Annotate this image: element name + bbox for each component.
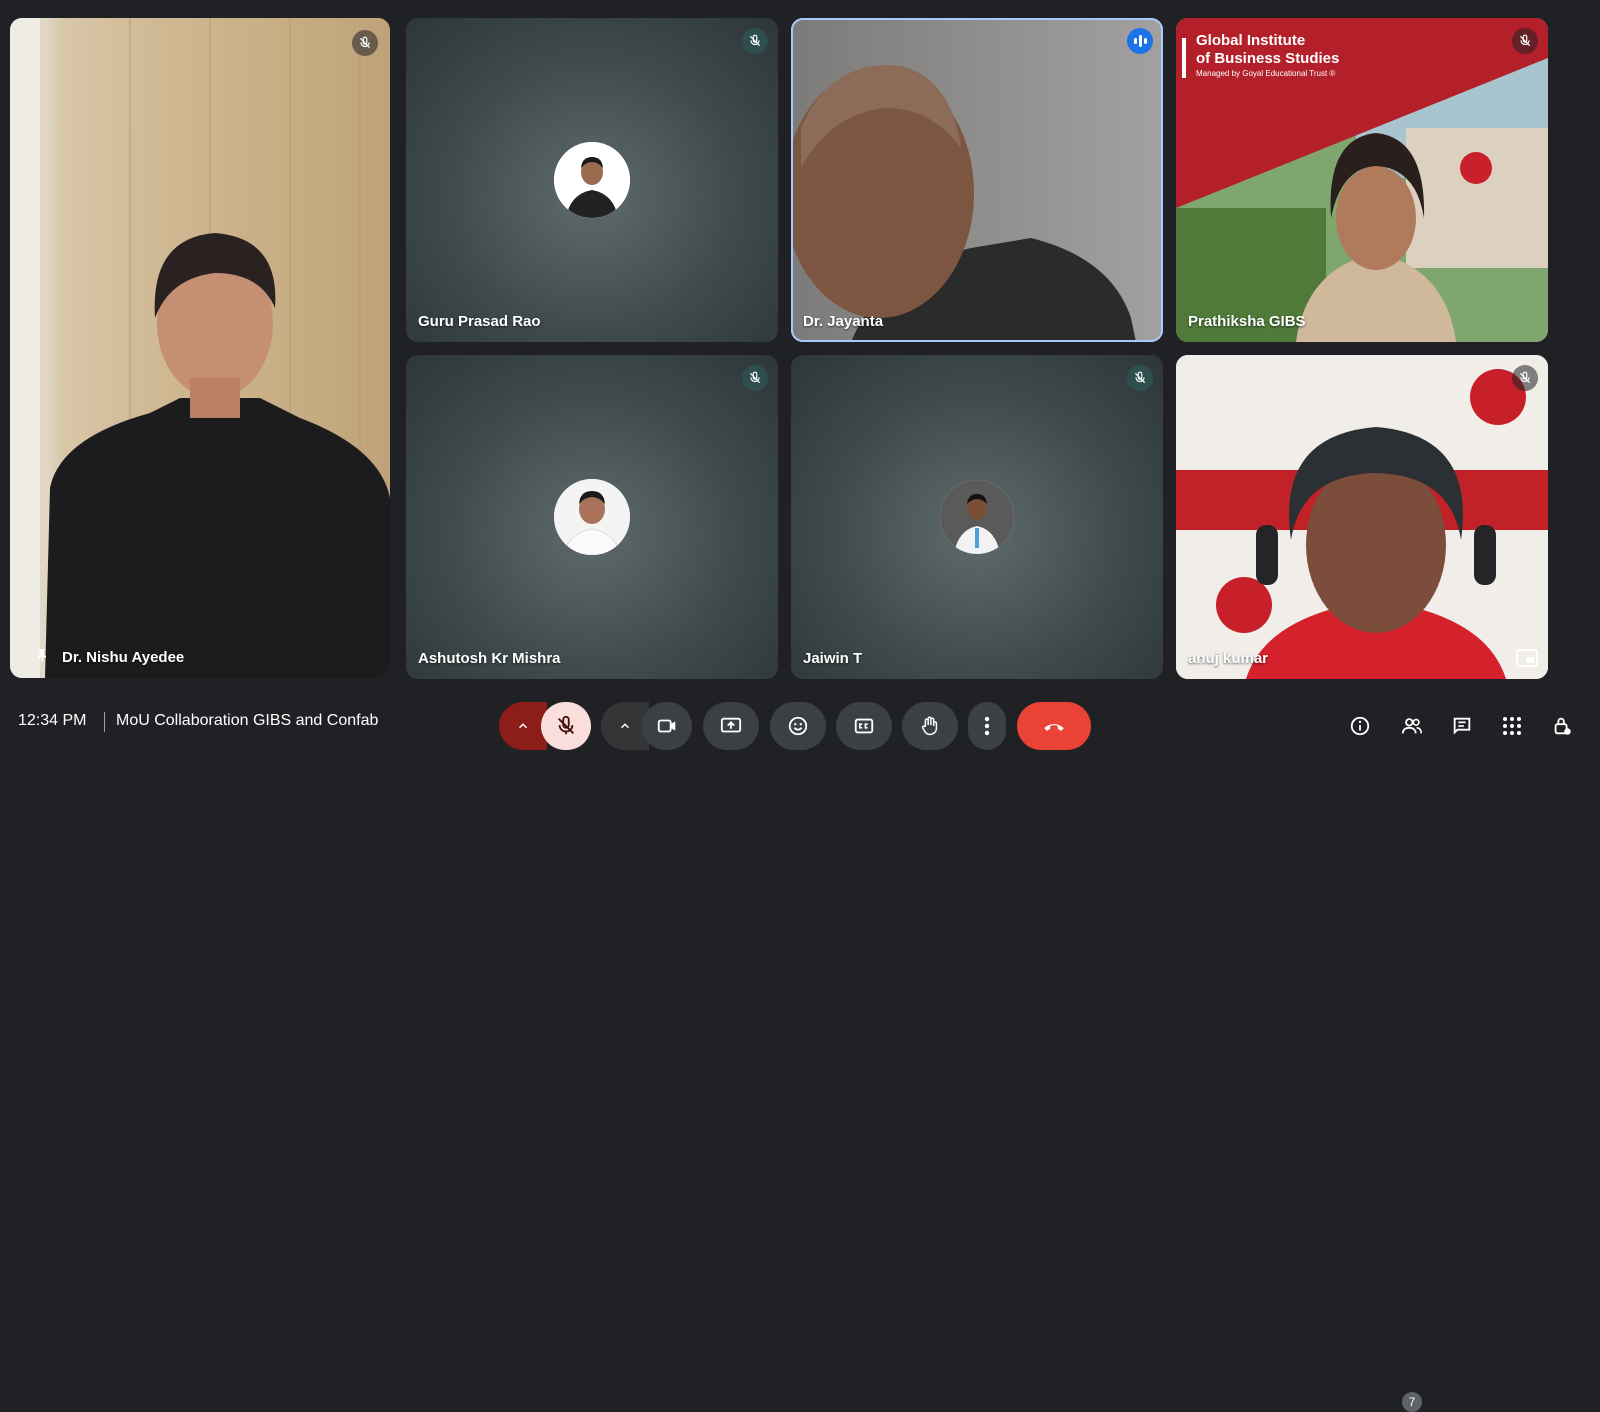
participant-name: Dr. Jayanta (803, 313, 884, 330)
avatar (554, 142, 630, 218)
avatar-photo (554, 142, 630, 218)
participant-tile-nishu[interactable]: Dr. Nishu Ayedee (10, 18, 390, 678)
mic-off-indicator (1512, 365, 1538, 391)
divider (104, 712, 105, 732)
participant-tile-jayanta[interactable]: Dr. Jayanta (791, 18, 1163, 342)
leave-call-button[interactable] (1017, 702, 1091, 750)
closed-captions-icon (854, 718, 874, 734)
video-feed-jayanta (791, 18, 1163, 342)
more-vert-icon (984, 716, 990, 736)
video-grid: Dr. Nishu Ayedee Guru Prasad Rao Dr. Jay… (0, 0, 1600, 692)
mic-off-icon (359, 36, 371, 49)
people-button[interactable] (1396, 710, 1428, 742)
mic-off-icon (749, 34, 761, 47)
banner-text: Global Institute of Business Studies Man… (1196, 32, 1339, 80)
video-camera-icon (657, 719, 676, 733)
people-icon (1401, 718, 1422, 734)
raise-hand-icon (921, 716, 938, 736)
avatar-photo (554, 479, 630, 555)
chevron-up-icon (620, 723, 630, 729)
mic-off-icon (558, 715, 574, 735)
mic-off-icon (1134, 371, 1146, 384)
pin-icon[interactable] (34, 646, 50, 664)
host-controls-button[interactable] (1546, 710, 1578, 742)
picture-in-picture-icon[interactable] (1516, 649, 1538, 667)
lock-person-icon (1554, 717, 1571, 735)
speaking-indicator (1127, 28, 1153, 54)
video-feed-anuj (1176, 355, 1548, 679)
captions-button[interactable] (836, 702, 892, 750)
avatar (554, 479, 630, 555)
participant-name: Prathiksha GIBS (1188, 313, 1306, 330)
participant-tile-ashutosh[interactable]: Ashutosh Kr Mishra (406, 355, 778, 679)
participant-tile-anuj[interactable]: anuj kumar (1176, 355, 1548, 679)
avatar (940, 480, 1014, 554)
participant-tile-guru[interactable]: Guru Prasad Rao (406, 18, 778, 342)
participant-name: anuj kumar (1188, 650, 1269, 667)
hang-up-icon (1044, 724, 1064, 731)
emoji-icon (788, 716, 808, 736)
mic-toggle-button[interactable] (541, 702, 591, 750)
participant-name: Jaiwin T (803, 650, 863, 667)
banner-line-2: of Business Studies (1196, 50, 1340, 67)
more-options-button[interactable] (968, 702, 1006, 750)
mic-off-indicator (742, 365, 768, 391)
control-bar: 12:34 PM MoU Collaboration GIBS and Conf… (0, 692, 1600, 1412)
present-screen-icon (720, 717, 742, 733)
chat-icon (1453, 717, 1471, 735)
mic-off-indicator (742, 28, 768, 54)
reactions-button[interactable] (770, 702, 826, 750)
video-feed-nishu (10, 18, 390, 678)
mic-off-icon (1519, 371, 1531, 384)
present-screen-button[interactable] (703, 702, 759, 750)
chat-button[interactable] (1446, 710, 1478, 742)
avatar-photo (940, 480, 1014, 554)
apps-grid-icon (1503, 717, 1521, 735)
participant-name: Ashutosh Kr Mishra (418, 650, 561, 667)
participant-name: Dr. Nishu Ayedee (62, 649, 185, 666)
banner-line-3: Managed by Goyal Educational Trust ® (1196, 69, 1336, 78)
mic-off-indicator (1127, 365, 1153, 391)
meeting-details-button[interactable] (1344, 710, 1376, 742)
people-count-badge: 7 (1402, 1392, 1422, 1412)
participant-tile-prathiksha[interactable]: Global Institute of Business Studies Man… (1176, 18, 1548, 342)
banner-line-1: Global Institute (1196, 32, 1306, 49)
mic-off-icon (749, 371, 761, 384)
meeting-clock: 12:34 PM (18, 712, 87, 729)
mic-off-indicator (1512, 28, 1538, 54)
meeting-title: MoU Collaboration GIBS and Confab (116, 712, 379, 729)
mic-off-icon (1519, 34, 1531, 47)
mic-off-indicator (352, 30, 378, 56)
info-icon (1350, 716, 1370, 736)
activities-button[interactable] (1496, 710, 1528, 742)
banner-divider (1182, 38, 1186, 78)
participant-name: Guru Prasad Rao (418, 313, 541, 330)
camera-toggle-button[interactable] (642, 702, 692, 750)
participant-tile-jaiwin[interactable]: Jaiwin T (791, 355, 1163, 679)
raise-hand-button[interactable] (902, 702, 958, 750)
audio-options-button[interactable] (499, 702, 547, 750)
chevron-up-icon (518, 723, 528, 729)
